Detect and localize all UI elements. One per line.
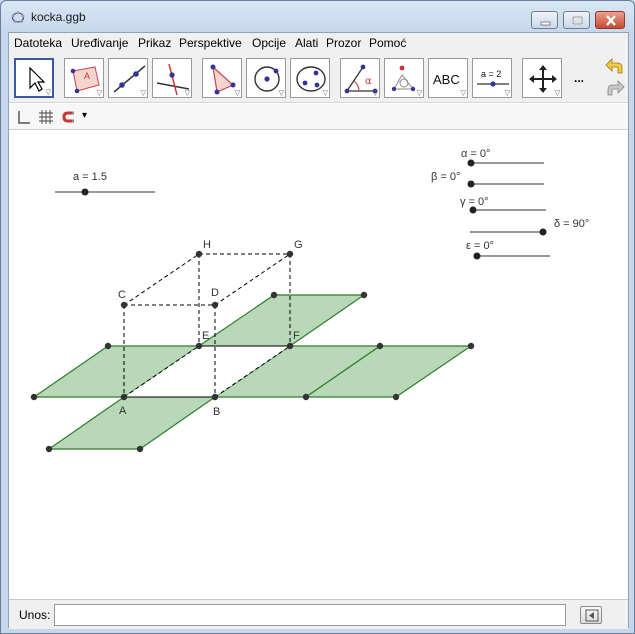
- label-G: G: [294, 239, 303, 251]
- label-A: A: [119, 405, 127, 417]
- menu-view[interactable]: Prikaz: [138, 36, 171, 50]
- slider-a[interactable]: a = 1.5: [55, 171, 155, 196]
- label-F: F: [293, 330, 300, 342]
- menu-edit[interactable]: Uređivanje: [71, 36, 128, 50]
- slider-delta-handle[interactable]: [539, 228, 547, 236]
- slider-epsilon-handle[interactable]: [473, 252, 481, 260]
- slider-epsilon[interactable]: ε = 0°: [466, 240, 550, 260]
- net-point[interactable]: [392, 393, 400, 401]
- menu-bar: Datoteka Uređivanje Prikaz Perspektive O…: [9, 33, 628, 53]
- grid-icon[interactable]: [38, 109, 54, 125]
- input-label: Unos:: [19, 608, 51, 622]
- redo-arrow-icon[interactable]: [604, 79, 626, 99]
- point-E[interactable]: [195, 342, 203, 350]
- maximize-button[interactable]: [563, 11, 590, 29]
- face-bottom[interactable]: [47, 396, 217, 450]
- style-bar: ▾: [9, 104, 628, 130]
- circle-tool-button[interactable]: ▽: [246, 58, 286, 98]
- net-point[interactable]: [302, 393, 310, 401]
- slider-beta-label: β = 0°: [431, 171, 460, 183]
- slider-a-label: a = 1.5: [73, 171, 107, 183]
- net-point[interactable]: [136, 445, 144, 453]
- window-title: kocka.ggb: [31, 10, 86, 24]
- minimize-icon: [540, 21, 551, 26]
- tool-bar: ▽ A ▽ ▽ ▽ ▽ ▽ ▽ α ▽ ▽ ABC ▽ a = 2 ▽ ▽ ..…: [9, 53, 628, 103]
- geometry-canvas[interactable]: A B C D E F G H a = 1.5 α = 0° β = 0° γ …: [9, 130, 628, 598]
- command-input[interactable]: [54, 604, 566, 626]
- slider-delta[interactable]: δ = 90°: [470, 218, 589, 236]
- reflect-tool-button[interactable]: ▽: [384, 58, 424, 98]
- svg-text:A: A: [84, 71, 90, 81]
- move-graphics-tool-button[interactable]: ▽: [522, 58, 562, 98]
- slider-gamma[interactable]: γ = 0°: [460, 196, 546, 214]
- menu-tools[interactable]: Alati: [295, 36, 318, 50]
- net-point[interactable]: [376, 342, 384, 350]
- perpendicular-tool-button[interactable]: ▽: [152, 58, 192, 98]
- label-B: B: [213, 406, 220, 418]
- label-D: D: [211, 287, 219, 299]
- point-F[interactable]: [286, 342, 294, 350]
- axes-icon[interactable]: [15, 109, 31, 125]
- polygon-label-tool-button[interactable]: A ▽: [64, 58, 104, 98]
- slider-beta[interactable]: β = 0°: [431, 171, 544, 188]
- menu-options[interactable]: Opcije: [252, 36, 286, 50]
- menu-window[interactable]: Prozor: [326, 36, 361, 50]
- graphics-view[interactable]: A B C D E F G H a = 1.5 α = 0° β = 0° γ …: [9, 130, 628, 598]
- more-tools-button[interactable]: ...: [574, 71, 584, 85]
- menu-help[interactable]: Pomoć: [369, 36, 406, 50]
- move-tool-button[interactable]: ▽: [14, 58, 54, 98]
- face-top-right[interactable]: [197, 294, 366, 347]
- close-button[interactable]: [595, 11, 625, 29]
- slider-epsilon-label: ε = 0°: [466, 240, 494, 252]
- slider-alpha-label: α = 0°: [461, 148, 490, 160]
- menu-file[interactable]: Datoteka: [14, 36, 62, 50]
- point-D[interactable]: [211, 301, 219, 309]
- net-point[interactable]: [360, 291, 368, 299]
- close-icon: [606, 15, 616, 26]
- net-point[interactable]: [270, 291, 278, 299]
- slider-a-handle[interactable]: [81, 188, 89, 196]
- app-window: kocka.ggb Datoteka Uređivanje Prikaz Per…: [0, 0, 635, 634]
- svg-text:α: α: [365, 76, 372, 87]
- label-C: C: [118, 289, 126, 301]
- label-H: H: [203, 239, 211, 251]
- input-bar: Unos:: [9, 599, 628, 629]
- slider-alpha[interactable]: α = 0°: [461, 148, 544, 167]
- svg-text:a = 2: a = 2: [481, 69, 501, 79]
- undo-arrow-icon[interactable]: [604, 57, 626, 77]
- point-H[interactable]: [195, 250, 203, 258]
- triangle-left-icon: [585, 609, 599, 622]
- label-E: E: [202, 330, 209, 342]
- net-point[interactable]: [45, 445, 53, 453]
- slider-gamma-label: γ = 0°: [460, 196, 489, 208]
- text-tool-button[interactable]: ABC ▽: [428, 58, 468, 98]
- point-A[interactable]: [120, 393, 128, 401]
- magnet-icon[interactable]: [61, 109, 77, 125]
- geogebra-app-icon: [11, 11, 25, 23]
- slider-alpha-handle[interactable]: [467, 159, 475, 167]
- slider-beta-handle[interactable]: [467, 180, 475, 188]
- stylebar-dropdown-icon[interactable]: ▾: [82, 110, 87, 121]
- point-B[interactable]: [211, 393, 219, 401]
- net-point[interactable]: [467, 342, 475, 350]
- main-panel: Datoteka Uređivanje Prikaz Perspektive O…: [8, 32, 629, 629]
- conic-tool-button[interactable]: ▽: [290, 58, 330, 98]
- slider-gamma-handle[interactable]: [469, 206, 477, 214]
- menu-perspectives[interactable]: Perspektive: [179, 36, 242, 50]
- angle-tool-button[interactable]: α ▽: [340, 58, 380, 98]
- slider-delta-label: δ = 90°: [554, 218, 589, 230]
- minimize-button[interactable]: [531, 11, 558, 29]
- slider-tool-button[interactable]: a = 2 ▽: [472, 58, 512, 98]
- net-point[interactable]: [104, 342, 112, 350]
- point-G[interactable]: [286, 250, 294, 258]
- svg-text:ABC: ABC: [433, 72, 460, 87]
- line-tool-button[interactable]: ▽: [108, 58, 148, 98]
- net-point[interactable]: [30, 393, 38, 401]
- input-help-button[interactable]: [580, 606, 602, 624]
- point-C[interactable]: [120, 301, 128, 309]
- polygon-tool-button[interactable]: ▽: [202, 58, 242, 98]
- restore-icon: [572, 16, 583, 25]
- title-bar[interactable]: kocka.ggb: [1, 1, 634, 31]
